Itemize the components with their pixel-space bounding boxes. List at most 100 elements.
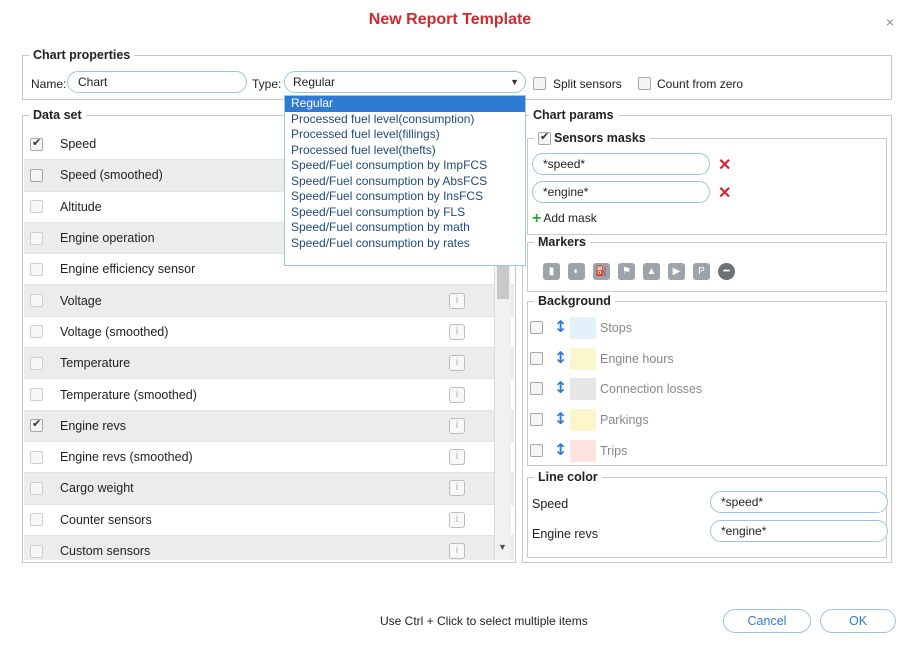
list-item-checkbox[interactable]: [30, 417, 43, 433]
dropdown-option[interactable]: Speed/Fuel consumption by InsFCS: [285, 189, 525, 205]
reorder-icon[interactable]: ↕: [554, 378, 567, 397]
ok-button[interactable]: OK: [820, 609, 896, 633]
list-item-checkbox[interactable]: [30, 356, 43, 370]
info-icon[interactable]: i: [449, 323, 465, 340]
fuel-station-icon[interactable]: ⛽: [593, 263, 610, 280]
list-item[interactable]: Engine revs i: [24, 410, 514, 442]
type-label: Type:: [252, 77, 282, 91]
type-select[interactable]: Regular ▼: [284, 71, 526, 93]
info-icon[interactable]: i: [449, 355, 465, 372]
info-icon[interactable]: i: [449, 480, 465, 497]
dialog-title: New Report Template: [368, 11, 532, 28]
reorder-icon[interactable]: ↕: [554, 440, 567, 459]
markers-legend: Markers: [538, 235, 586, 249]
footer-hint: Use Ctrl + Click to select multiple item…: [380, 614, 588, 628]
list-item[interactable]: Temperature i: [24, 348, 514, 380]
background-label: Engine hours: [600, 352, 674, 366]
list-item[interactable]: Voltage i: [24, 285, 514, 317]
color-swatch[interactable]: [570, 317, 596, 339]
list-item[interactable]: Cargo weight i: [24, 473, 514, 505]
info-icon[interactable]: i: [449, 511, 465, 528]
reorder-icon[interactable]: ↕: [554, 348, 567, 367]
sensors-masks-legend: Sensors masks: [534, 130, 650, 146]
close-icon[interactable]: ×: [886, 14, 894, 30]
line-color-engine-input[interactable]: *engine*: [710, 520, 888, 542]
fuel-can-icon[interactable]: ▮: [543, 263, 560, 280]
sensors-masks-title: Sensors masks: [554, 131, 646, 145]
list-item-checkbox[interactable]: [30, 294, 43, 308]
list-item-label: Engine revs (smoothed): [60, 450, 193, 465]
color-swatch[interactable]: [570, 348, 596, 370]
list-item-checkbox[interactable]: [30, 325, 43, 339]
dropdown-option[interactable]: Speed/Fuel consumption by FLS: [285, 205, 525, 221]
list-item[interactable]: Counter sensors i: [24, 505, 514, 536]
list-item-checkbox[interactable]: [30, 200, 43, 214]
color-swatch[interactable]: [570, 378, 596, 400]
dropdown-option[interactable]: Speed/Fuel consumption by rates: [285, 236, 525, 252]
list-item-label: Speed: [60, 137, 97, 152]
list-item[interactable]: Engine revs (smoothed) i: [24, 442, 514, 474]
gauge-icon[interactable]: ◐: [568, 263, 585, 280]
dropdown-option[interactable]: Processed fuel level(thefts): [285, 143, 525, 159]
name-input[interactable]: Chart: [67, 71, 247, 93]
add-mask-label: Add mask: [543, 211, 597, 225]
line-color-speed-label: Speed: [532, 497, 569, 511]
info-icon[interactable]: i: [449, 417, 465, 434]
mask-input-speed[interactable]: *speed*: [532, 153, 710, 175]
background-checkbox[interactable]: [530, 382, 543, 395]
parking-icon[interactable]: P: [693, 263, 710, 280]
info-icon[interactable]: i: [449, 386, 465, 403]
background-legend: Background: [538, 294, 611, 308]
name-label: Name:: [31, 77, 67, 91]
color-swatch[interactable]: [570, 409, 596, 431]
list-item-checkbox[interactable]: [30, 481, 43, 495]
remove-mask-engine-icon[interactable]: ✕: [718, 183, 731, 203]
list-item-label: Temperature (smoothed): [60, 387, 197, 402]
dropdown-option[interactable]: Processed fuel level(fillings): [285, 127, 525, 143]
sensors-masks-checkbox[interactable]: [538, 130, 551, 146]
reorder-icon[interactable]: ↕: [554, 409, 567, 428]
dropdown-option[interactable]: Speed/Fuel consumption by math: [285, 220, 525, 236]
dropdown-option[interactable]: Regular: [285, 96, 525, 112]
mask-input-engine[interactable]: *engine*: [532, 181, 710, 203]
dropdown-option[interactable]: Speed/Fuel consumption by ImpFCS: [285, 158, 525, 174]
background-checkbox[interactable]: [530, 413, 543, 426]
list-item-checkbox[interactable]: [30, 513, 43, 527]
list-item[interactable]: Temperature (smoothed) i: [24, 379, 514, 411]
list-item-label: Speed (smoothed): [60, 168, 163, 183]
background-checkbox[interactable]: [530, 444, 543, 457]
list-item-checkbox[interactable]: [30, 136, 43, 151]
list-item-label: Temperature: [60, 356, 131, 371]
list-item-checkbox[interactable]: [30, 450, 43, 464]
video-icon[interactable]: ▶: [668, 263, 685, 280]
chart-params-legend: Chart params: [533, 108, 614, 122]
info-icon[interactable]: i: [449, 292, 465, 309]
scroll-down-icon[interactable]: ▼: [498, 542, 507, 552]
chart-properties-legend: Chart properties: [33, 48, 131, 62]
flag-icon[interactable]: ⚑: [618, 263, 635, 280]
add-mask-button[interactable]: + Add mask: [532, 210, 597, 228]
dropdown-option[interactable]: Speed/Fuel consumption by AbsFCS: [285, 174, 525, 190]
count-from-zero-checkbox[interactable]: [638, 77, 651, 90]
cancel-button[interactable]: Cancel: [723, 609, 811, 633]
list-item-checkbox[interactable]: [30, 231, 43, 245]
line-color-group: Line color: [527, 470, 887, 558]
color-swatch[interactable]: [570, 440, 596, 462]
list-item-checkbox[interactable]: [30, 544, 43, 558]
no-entry-icon[interactable]: ━: [718, 263, 735, 280]
info-icon[interactable]: i: [449, 449, 465, 466]
split-sensors-checkbox[interactable]: [533, 77, 546, 90]
list-item-checkbox[interactable]: [30, 168, 43, 182]
list-item-checkbox[interactable]: [30, 388, 43, 402]
image-icon[interactable]: ▲: [643, 263, 660, 280]
list-item[interactable]: Custom sensors i: [24, 535, 514, 560]
dropdown-option[interactable]: Processed fuel level(consumption): [285, 112, 525, 128]
info-icon[interactable]: i: [449, 543, 465, 559]
background-checkbox[interactable]: [530, 352, 543, 365]
reorder-icon[interactable]: ↕: [554, 317, 567, 336]
remove-mask-speed-icon[interactable]: ✕: [718, 155, 731, 175]
list-item-checkbox[interactable]: [30, 262, 43, 276]
line-color-speed-input[interactable]: *speed*: [710, 491, 888, 513]
list-item[interactable]: Voltage (smoothed) i: [24, 317, 514, 349]
background-checkbox[interactable]: [530, 321, 543, 334]
